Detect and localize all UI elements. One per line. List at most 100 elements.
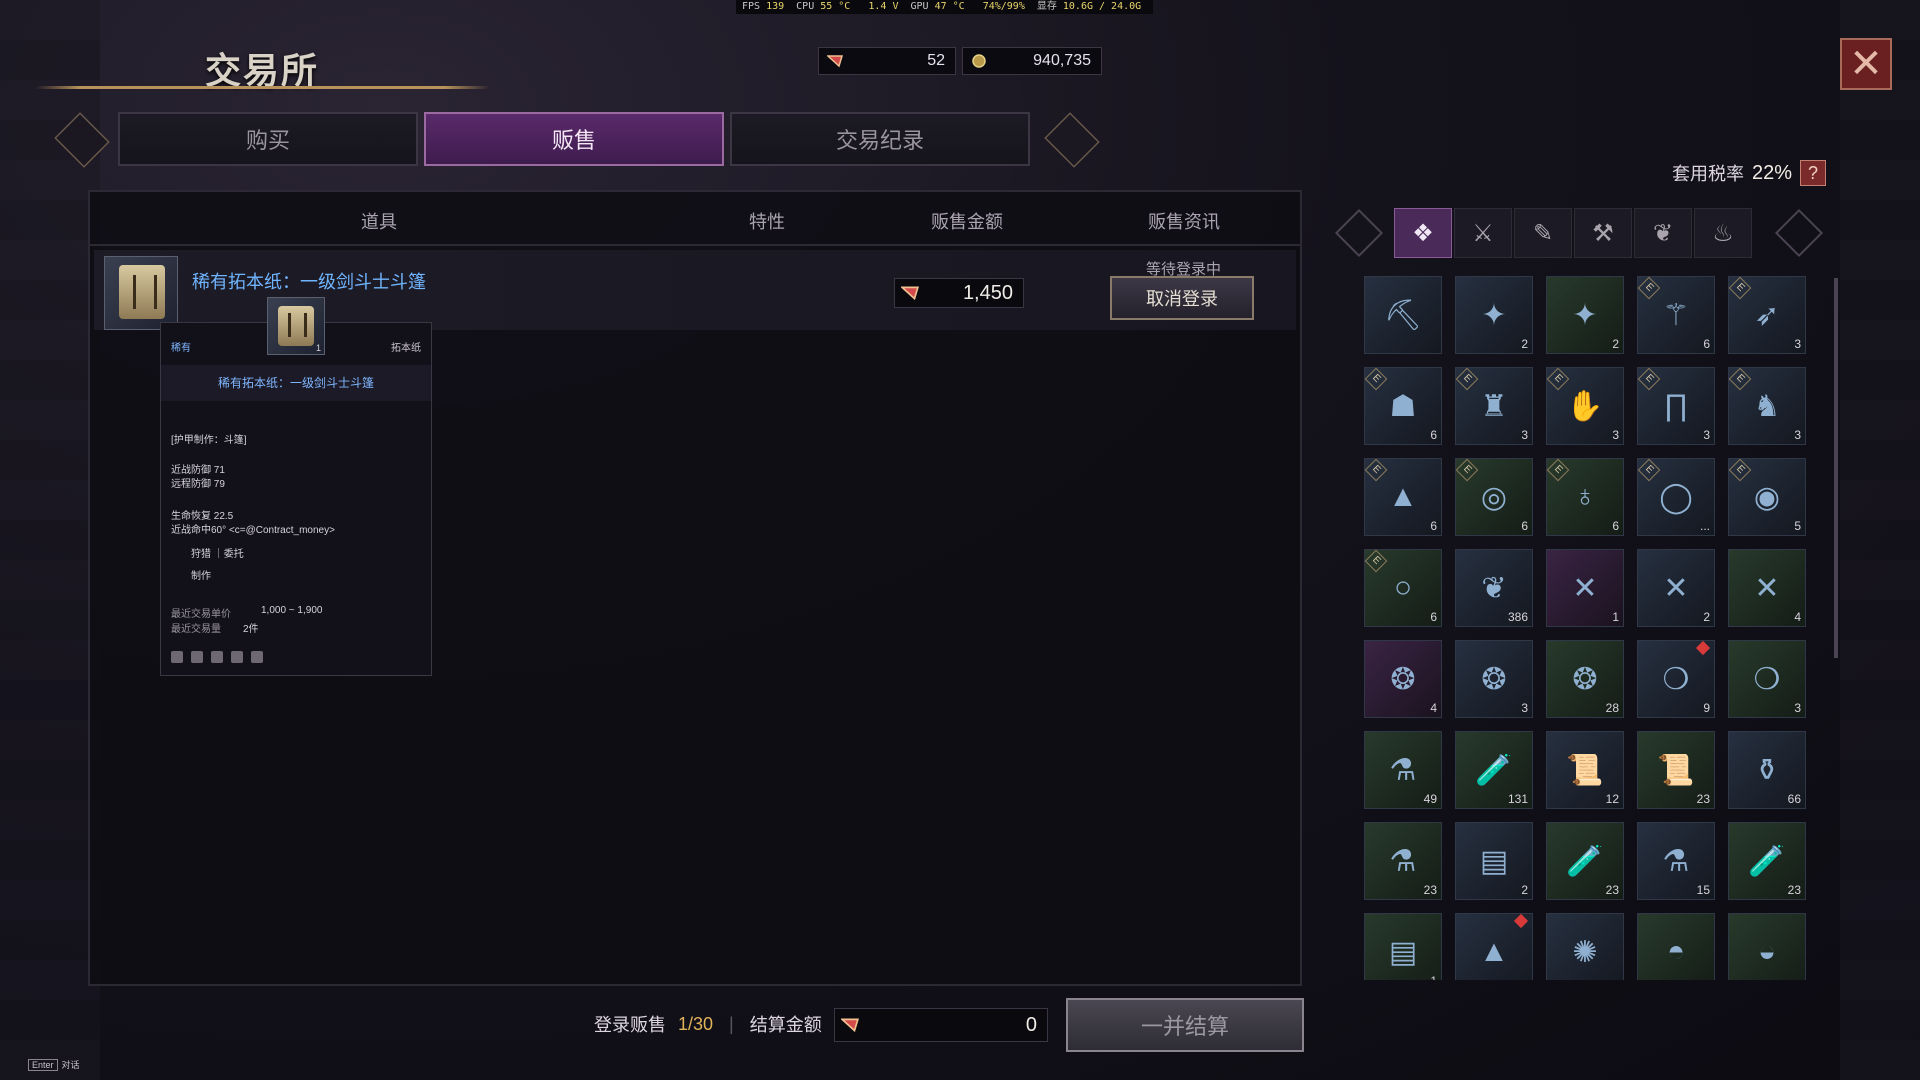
inventory-slot[interactable]: ✦ 2 [1455,276,1533,354]
cancel-listing-button[interactable]: 取消登录 [1110,276,1254,320]
footer-summary: 登录贩售 1/30 | 结算金额 [594,1000,822,1048]
tab-history[interactable]: 交易纪录 [730,112,1030,166]
inventory-slot[interactable]: ✕ 1 [1546,549,1624,627]
item-count: 23 [1605,883,1619,897]
tab-bar: 购买 贩售 交易纪录 [54,106,1100,170]
inventory-scrollbar[interactable] [1834,278,1838,658]
help-icon[interactable]: ? [1800,160,1827,186]
item-count: 3 [1794,337,1801,351]
inventory-slot[interactable]: 📜 12 [1546,731,1624,809]
inventory-slot[interactable]: ✦ 2 [1546,276,1624,354]
ring-icon: ◉ [1753,480,1781,514]
belt-icon: ◎ [1480,480,1508,514]
inventory-slot[interactable]: ❍ 3 [1728,640,1806,718]
leaf-icon: ❦ [1481,571,1507,605]
tab-sell[interactable]: 贩售 [424,112,724,166]
item-count: 2 [1703,610,1710,624]
cloak-icon: ▲ [1388,480,1418,513]
category-pouch-icon[interactable]: ♨ [1694,208,1752,258]
ring-icon: ○ [1393,571,1413,604]
inventory-slot[interactable]: ◒ [1728,913,1806,980]
inventory-slot[interactable]: ◯ E... [1637,458,1715,536]
inventory-slot[interactable]: ♞ E 3 [1728,367,1806,445]
tab-prev-arrow-icon[interactable] [54,112,110,168]
category-all-icon[interactable]: ❖ [1394,208,1452,258]
tooltip-recent-qty: 2件 [243,624,259,635]
blue-flask-icon: ⚱ [1754,753,1780,787]
inventory-slot[interactable]: ❂ 4 [1364,640,1442,718]
item-count: 23 [1787,883,1801,897]
inventory-slot[interactable]: ⚚ E 6 [1637,276,1715,354]
ring-emblem-icon: ❍ [1753,662,1781,696]
boots-icon: ♞ [1753,389,1781,423]
right-ornament [1840,0,1920,1080]
inventory-slot[interactable]: ⚗ 15 [1637,822,1715,900]
inventory-slot[interactable]: 🧪 23 [1546,822,1624,900]
necklace-icon: ♁ [1573,480,1597,513]
category-next-arrow-icon[interactable] [1774,208,1824,258]
inventory-slot[interactable]: ❦ 386 [1455,549,1533,627]
crossed-tools-icon: ✕ [1663,571,1689,605]
inventory-slot[interactable]: ➶ E 3 [1728,276,1806,354]
inventory-slot[interactable]: ♜ E 3 [1455,367,1533,445]
tooltip-recent-qty-label: 最近交易量 [171,624,221,635]
item-count: 3 [1521,701,1528,715]
item-count: 3 [1521,428,1528,442]
tax-label: 套用税率 [1672,164,1744,184]
inventory-slot[interactable]: ✺ [1546,913,1624,980]
inventory-slot[interactable]: ✋ E 3 [1546,367,1624,445]
inventory-slot[interactable]: ✕ 2 [1637,549,1715,627]
inventory-slot[interactable]: ◉ E 5 [1728,458,1806,536]
checkout-all-button[interactable]: 一并结算 [1066,998,1304,1052]
inventory-slot[interactable]: ▲ E 6 [1364,458,1442,536]
inventory-slot[interactable]: ❂ 28 [1546,640,1624,718]
inventory-slot[interactable]: ✕ 4 [1728,549,1806,627]
inventory-slot[interactable]: ○ E 6 [1364,549,1442,627]
purple-potion-icon: ⚗ [1389,844,1417,878]
bow-icon: ➶ [1754,298,1780,332]
equipment-badge-icon: E [1455,367,1479,391]
inventory-slot[interactable]: 📜 23 [1637,731,1715,809]
scroll-icon: 📜 [1657,753,1695,787]
inventory-slot[interactable]: ◓ [1637,913,1715,980]
item-count: 4 [1794,610,1801,624]
inventory-slot[interactable]: ⚗ 23 [1364,822,1442,900]
sandwich-icon: ◓ [1666,935,1686,968]
inventory-slot[interactable]: ▲ [1455,913,1533,980]
equipment-badge-icon: E [1546,367,1570,391]
category-tool-icon[interactable]: ✎ [1514,208,1572,258]
category-weapon-icon[interactable]: ⚔ [1454,208,1512,258]
staff-icon: ⚚ [1662,298,1690,332]
inventory-slot[interactable]: ♁ E 6 [1546,458,1624,536]
sell-price: 1,450 [894,278,1024,308]
robe-icon: ♜ [1480,389,1508,423]
tab-buy[interactable]: 购买 [118,112,418,166]
book-icon: ▤ [1479,844,1509,878]
equipment-badge-icon: E [1728,276,1752,300]
inventory-slot[interactable]: ☗ E 6 [1364,367,1442,445]
inventory-slot[interactable]: ⛏ [1364,276,1442,354]
inventory-slot[interactable]: ∏ E 3 [1637,367,1715,445]
item-scroll-icon[interactable] [104,256,178,330]
inventory-slot[interactable]: ⚗ 49 [1364,731,1442,809]
tab-next-arrow-icon[interactable] [1044,112,1100,168]
inventory-slot[interactable]: ◎ E 6 [1455,458,1533,536]
category-anvil-icon[interactable]: ⚒ [1574,208,1632,258]
inventory-slot[interactable]: 🧪 23 [1728,822,1806,900]
inventory-slot[interactable]: ⚱ 66 [1728,731,1806,809]
pants-icon: ∏ [1663,389,1689,422]
hood-icon: ☗ [1389,389,1417,423]
category-material-icon[interactable]: ❦ [1634,208,1692,258]
close-button[interactable]: ✕ [1840,38,1892,90]
crossed-tools-icon: ✕ [1572,571,1598,605]
item-name: 稀有拓本纸：一级剑斗士斗篷 [192,272,426,292]
category-prev-arrow-icon[interactable] [1334,208,1384,258]
coral-icon: ✺ [1572,935,1598,969]
inventory-slot[interactable]: ❍ 9 [1637,640,1715,718]
table-header: 道具 特性 贩售金额 贩售资讯 [90,192,1300,246]
inventory-slot[interactable]: 🧪 131 [1455,731,1533,809]
inventory-slot[interactable]: ▤ 2 [1455,822,1533,900]
inventory-slot[interactable]: ❂ 3 [1455,640,1533,718]
inventory-slot[interactable]: ▤1 [1364,913,1442,980]
crossed-tools-icon: ✕ [1754,571,1780,605]
